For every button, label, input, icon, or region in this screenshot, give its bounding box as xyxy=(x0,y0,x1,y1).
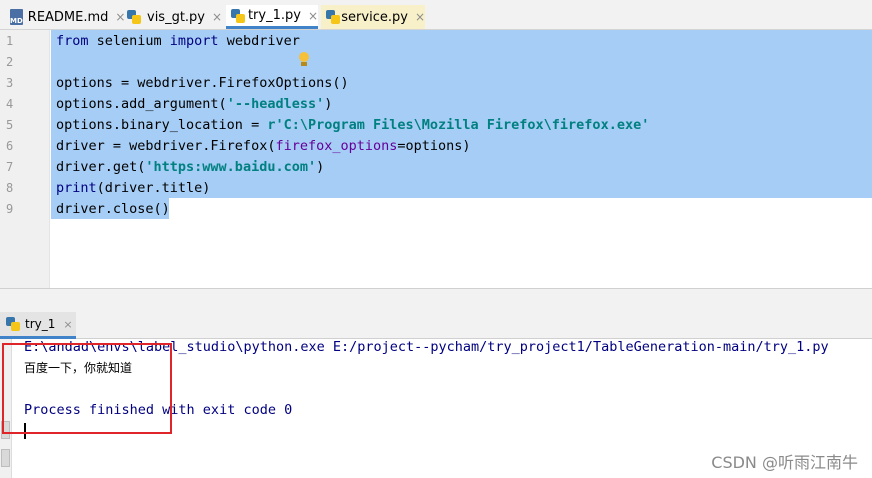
line-number-gutter: 1 2 3 4 5 6 7 8 9 xyxy=(0,30,50,288)
tab-label: service.py xyxy=(341,9,408,25)
run-tab-label: try_1 xyxy=(25,317,56,331)
line-number: 7 xyxy=(6,160,14,174)
code-line-1: from selenium import webdriver xyxy=(56,33,300,49)
tab-readme[interactable]: MD README.md × xyxy=(6,5,125,29)
close-icon[interactable]: × xyxy=(63,318,72,331)
code-line-4: options.add_argument('--headless') xyxy=(56,96,333,112)
code-line-5: options.binary_location = r'C:\Program F… xyxy=(56,117,650,133)
close-icon[interactable]: × xyxy=(308,9,318,23)
line-number: 9 xyxy=(6,202,14,216)
run-tab-try-1[interactable]: try_1 × xyxy=(0,312,76,339)
code-line-8: print(driver.title) xyxy=(56,180,211,196)
code-line-9: driver.close() xyxy=(56,201,170,217)
python-run-icon xyxy=(5,316,21,332)
lightbulb-icon[interactable] xyxy=(298,52,310,68)
code-editor[interactable]: 1 2 3 4 5 6 7 8 9 from selenium import w… xyxy=(0,30,872,288)
code-line-6: driver = webdriver.Firefox(firefox_optio… xyxy=(56,138,471,154)
line-number: 8 xyxy=(6,181,14,195)
line-number: 2 xyxy=(6,55,14,69)
tab-label: try_1.py xyxy=(247,8,301,23)
code-line-7: driver.get('https:www.baidu.com') xyxy=(56,159,325,175)
highlight-annotation-box xyxy=(2,343,172,434)
line-number: 3 xyxy=(6,76,14,90)
python-file-icon xyxy=(126,9,142,25)
code-line-3: options = webdriver.FirefoxOptions() xyxy=(56,75,349,91)
markdown-file-icon: MD xyxy=(10,9,23,25)
panel-splitter[interactable] xyxy=(0,288,872,310)
line-number: 6 xyxy=(6,139,14,153)
watermark: CSDN @听雨江南牛 xyxy=(711,453,858,472)
line-number: 4 xyxy=(6,97,14,111)
tab-try-1[interactable]: try_1.py × xyxy=(226,5,318,29)
python-file-icon xyxy=(230,8,245,24)
tab-service[interactable]: service.py × xyxy=(321,5,425,29)
line-number: 5 xyxy=(6,118,14,132)
python-file-icon xyxy=(325,9,340,25)
tab-vis-gt[interactable]: vis_gt.py × xyxy=(122,5,223,29)
run-tab-bar: try_1 × xyxy=(0,310,872,339)
close-icon[interactable]: × xyxy=(212,10,222,24)
line-number: 1 xyxy=(6,34,14,48)
tab-label: vis_gt.py xyxy=(147,9,206,25)
tab-label: README.md xyxy=(27,9,109,25)
editor-tab-bar: MD README.md × vis_gt.py × try_1.py × se… xyxy=(0,0,872,30)
close-icon[interactable]: × xyxy=(415,10,425,24)
console-toolbar-button[interactable] xyxy=(1,449,10,467)
